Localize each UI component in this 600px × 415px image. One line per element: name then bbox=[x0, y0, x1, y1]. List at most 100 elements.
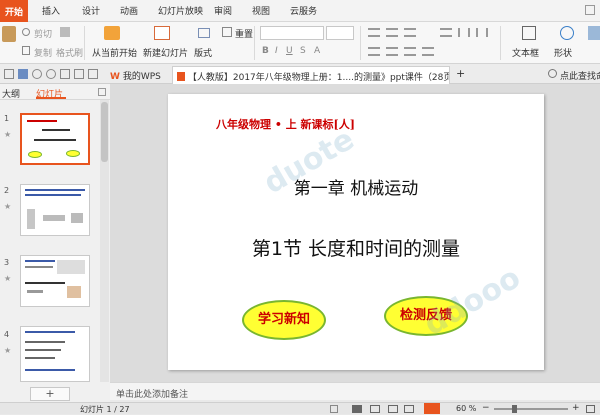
bullets-icon[interactable] bbox=[368, 28, 380, 37]
document-tabs-bar: W 我的WPS 【人教版】2017年八年级物理上册：1....的测量》ppt课件… bbox=[0, 64, 600, 84]
tab-animation[interactable]: 动画 bbox=[120, 4, 138, 17]
learn-new-button[interactable]: 学习新知 bbox=[242, 300, 326, 340]
slide-thumbnail-1[interactable] bbox=[20, 113, 90, 165]
zoom-slider[interactable] bbox=[494, 408, 568, 410]
columns-icon[interactable] bbox=[476, 28, 488, 37]
preview-icon[interactable] bbox=[74, 69, 84, 79]
copy-icon[interactable] bbox=[22, 46, 30, 55]
new-slide-icon[interactable] bbox=[154, 26, 170, 40]
tab-my-wps-label: 我的WPS bbox=[122, 72, 161, 82]
reading-view-icon[interactable] bbox=[388, 405, 398, 413]
tab-review[interactable]: 审阅 bbox=[214, 4, 232, 17]
thumb-number: 4 bbox=[4, 330, 10, 339]
tab-design[interactable]: 设计 bbox=[82, 4, 100, 17]
status-bar: 幻灯片 1 / 27 60 % − + bbox=[0, 402, 600, 414]
notes-placeholder: 单击此处添加备注 bbox=[116, 390, 189, 400]
thumb-number: 3 bbox=[4, 258, 10, 267]
tab-view[interactable]: 视图 bbox=[252, 4, 270, 17]
tab-my-wps[interactable]: W 我的WPS bbox=[106, 66, 165, 84]
slide-thumbnail-4[interactable] bbox=[20, 326, 90, 382]
slide-section-title[interactable]: 第1节 长度和时间的测量 bbox=[168, 234, 544, 261]
add-slide-button[interactable]: + bbox=[30, 387, 70, 401]
redo-icon[interactable] bbox=[46, 69, 56, 79]
close-panel-icon[interactable] bbox=[98, 88, 106, 96]
layout-icon[interactable] bbox=[198, 28, 210, 38]
zoom-level[interactable]: 60 % bbox=[456, 404, 476, 413]
justify-icon[interactable] bbox=[422, 47, 434, 56]
notes-view-icon[interactable] bbox=[404, 405, 414, 413]
tab-slideshow[interactable]: 幻灯片放映 bbox=[158, 4, 203, 17]
tab-active-document[interactable]: 【人教版】2017年八年级物理上册：1....的测量》ppt课件（28页）.pp… bbox=[172, 66, 450, 84]
numbering-icon[interactable] bbox=[386, 28, 398, 37]
star-icon: ★ bbox=[4, 346, 12, 355]
print-icon[interactable] bbox=[60, 69, 70, 79]
cut-icon[interactable] bbox=[22, 28, 30, 36]
notes-area[interactable]: 单击此处添加备注 bbox=[110, 382, 600, 400]
undo-icon[interactable] bbox=[32, 69, 42, 79]
copy-button[interactable]: 复制 bbox=[34, 46, 52, 59]
layout-button[interactable]: 版式 bbox=[194, 46, 212, 59]
app-menu-icon[interactable] bbox=[4, 69, 14, 79]
tab-insert[interactable]: 插入 bbox=[42, 4, 60, 17]
wps-logo-icon: W bbox=[110, 72, 120, 82]
save-icon[interactable] bbox=[18, 69, 28, 79]
new-slide-button[interactable]: 新建幻灯片 bbox=[143, 46, 188, 59]
ribbon-toolbar: 剪切 复制 格式刷 从当前开始 新建幻灯片 版式 重置 B I U S A 文本… bbox=[0, 22, 600, 64]
shadow-icon[interactable]: S bbox=[300, 46, 306, 56]
reset-button[interactable]: 重置 bbox=[235, 27, 253, 40]
zoom-out-icon[interactable]: − bbox=[482, 403, 490, 413]
align-left-icon[interactable] bbox=[368, 47, 380, 56]
format-painter-button[interactable]: 格式刷 bbox=[56, 46, 83, 59]
cut-button[interactable]: 剪切 bbox=[34, 27, 52, 40]
align-center-icon[interactable] bbox=[386, 47, 398, 56]
format-painter-icon[interactable] bbox=[60, 27, 70, 37]
tab-active-document-label: 【人教版】2017年八年级物理上册：1....的测量》ppt课件（28页）.pp… bbox=[187, 73, 449, 83]
picture-icon[interactable] bbox=[588, 26, 600, 40]
zoom-slider-handle[interactable] bbox=[512, 405, 517, 413]
menu-extra-icon[interactable] bbox=[585, 5, 595, 15]
tab-cloud[interactable]: 云服务 bbox=[290, 4, 317, 17]
bold-icon[interactable]: B bbox=[262, 46, 269, 56]
sorter-view-icon[interactable] bbox=[370, 405, 380, 413]
line-spacing-icon[interactable] bbox=[440, 28, 452, 37]
textbox-icon[interactable] bbox=[522, 26, 536, 40]
textbox-button[interactable]: 文本框 bbox=[512, 46, 539, 59]
shapes-button[interactable]: 形状 bbox=[554, 46, 572, 59]
menu-bar: 开始 插入 设计 动画 幻灯片放映 审阅 视图 云服务 bbox=[0, 0, 600, 22]
tab-outline[interactable]: 大纲 bbox=[2, 87, 20, 100]
zoom-in-icon[interactable]: + bbox=[572, 403, 580, 413]
slide-thumbnail-3[interactable] bbox=[20, 255, 90, 307]
history-icon[interactable] bbox=[88, 69, 98, 79]
font-size-field[interactable] bbox=[326, 26, 354, 40]
from-current-button[interactable]: 从当前开始 bbox=[92, 46, 137, 59]
font-name-field[interactable] bbox=[260, 26, 324, 40]
search-icon[interactable] bbox=[548, 69, 557, 78]
fit-window-icon[interactable] bbox=[586, 405, 595, 413]
slide-1[interactable]: 八年级物理 • 上 新课标[人] 第一章 机械运动 第1节 长度和时间的测量 学… bbox=[168, 94, 544, 370]
font-color-icon[interactable]: A bbox=[314, 46, 320, 56]
thumbnails-scrollbar[interactable] bbox=[100, 100, 109, 382]
normal-view-icon[interactable] bbox=[352, 405, 362, 413]
command-search[interactable]: 点此查找命令 bbox=[560, 69, 600, 82]
paste-icon[interactable] bbox=[2, 26, 16, 42]
slide-editing-area: 八年级物理 • 上 新课标[人] 第一章 机械运动 第1节 长度和时间的测量 学… bbox=[110, 84, 600, 382]
play-from-current-icon[interactable] bbox=[104, 26, 120, 40]
shapes-icon[interactable] bbox=[560, 26, 574, 40]
indent-icon[interactable] bbox=[404, 28, 416, 37]
reset-icon[interactable] bbox=[222, 27, 232, 37]
tab-home[interactable]: 开始 bbox=[0, 0, 29, 22]
slide-thumbnail-2[interactable] bbox=[20, 184, 90, 236]
star-icon: ★ bbox=[4, 202, 12, 211]
slide-panel-header: 大纲 幻灯片 bbox=[0, 84, 110, 100]
underline-icon[interactable]: U bbox=[286, 46, 293, 56]
slideshow-play-icon[interactable] bbox=[424, 403, 440, 414]
new-tab-button[interactable]: + bbox=[456, 67, 465, 80]
italic-icon[interactable]: I bbox=[275, 46, 278, 56]
tab-slides-underline bbox=[36, 97, 66, 99]
spell-check-icon[interactable] bbox=[330, 405, 338, 413]
star-icon: ★ bbox=[4, 274, 12, 283]
slide-chapter-title[interactable]: 第一章 机械运动 bbox=[168, 174, 544, 199]
text-direction-icon[interactable] bbox=[458, 28, 470, 37]
slide-counter: 幻灯片 1 / 27 bbox=[80, 405, 130, 414]
align-right-icon[interactable] bbox=[404, 47, 416, 56]
